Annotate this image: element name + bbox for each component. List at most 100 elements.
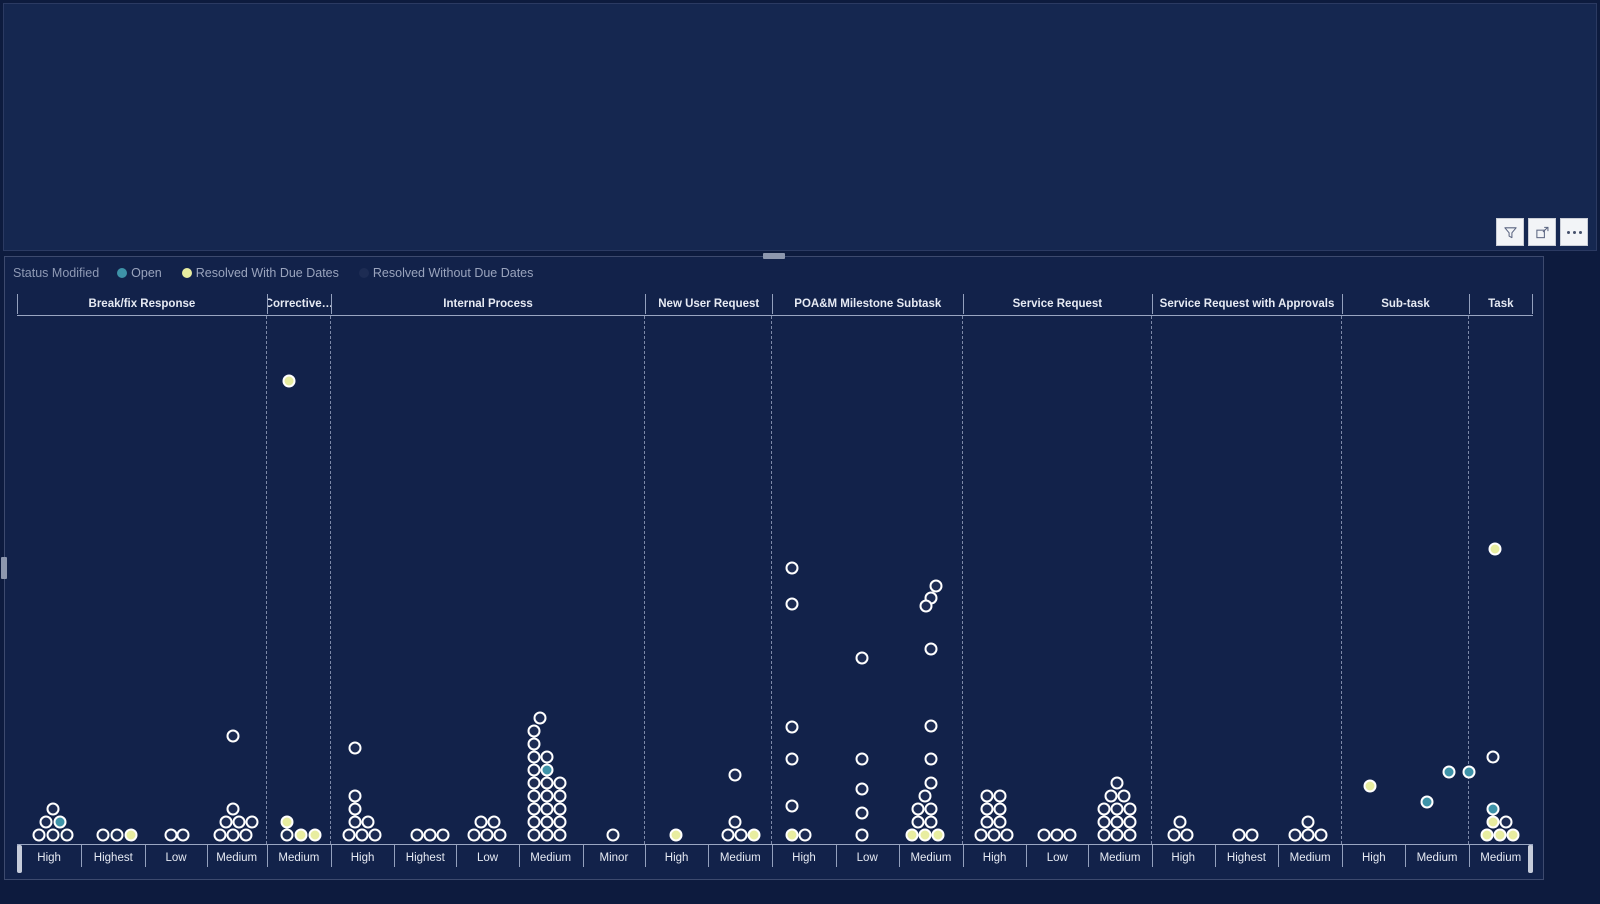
data-point[interactable] [368, 828, 382, 842]
data-point[interactable] [493, 828, 507, 842]
data-point[interactable] [342, 828, 356, 842]
data-point[interactable] [436, 828, 450, 842]
data-point[interactable] [245, 815, 259, 829]
data-point[interactable] [993, 815, 1007, 829]
axis-tick[interactable]: Medium [1468, 845, 1533, 871]
data-point[interactable] [980, 789, 994, 803]
resize-handle-top[interactable] [763, 253, 785, 259]
data-point[interactable] [348, 789, 362, 803]
data-point[interactable] [527, 828, 541, 842]
data-point[interactable] [474, 815, 488, 829]
data-point[interactable] [226, 802, 240, 816]
data-point[interactable] [1104, 789, 1118, 803]
data-point[interactable] [785, 828, 799, 842]
data-point[interactable] [361, 815, 375, 829]
data-point[interactable] [798, 828, 812, 842]
data-point[interactable] [527, 802, 541, 816]
data-point[interactable] [924, 815, 938, 829]
data-point[interactable] [280, 815, 294, 829]
data-point[interactable] [294, 828, 308, 842]
data-point[interactable] [669, 828, 683, 842]
data-point[interactable] [480, 828, 494, 842]
data-point[interactable] [540, 802, 554, 816]
more-options-icon[interactable] [1560, 218, 1588, 246]
data-point[interactable] [176, 828, 190, 842]
data-point[interactable] [728, 768, 742, 782]
data-point[interactable] [993, 802, 1007, 816]
data-point[interactable] [1486, 750, 1500, 764]
data-point[interactable] [924, 719, 938, 733]
data-point[interactable] [46, 828, 60, 842]
data-point[interactable] [931, 828, 945, 842]
data-point[interactable] [1123, 828, 1137, 842]
axis-tick[interactable]: High [1342, 845, 1405, 871]
data-point[interactable] [785, 561, 799, 575]
scroll-handle-right[interactable] [1528, 845, 1533, 873]
data-point[interactable] [527, 776, 541, 790]
data-point[interactable] [1301, 828, 1315, 842]
data-point[interactable] [918, 828, 932, 842]
data-point[interactable] [924, 802, 938, 816]
data-point[interactable] [1000, 828, 1014, 842]
scroll-handle-left[interactable] [17, 845, 22, 873]
data-point[interactable] [226, 828, 240, 842]
legend-item-resolved-with-due-dates[interactable]: Resolved With Due Dates [181, 266, 339, 280]
data-point[interactable] [527, 763, 541, 777]
data-point[interactable] [467, 828, 481, 842]
data-point[interactable] [1110, 776, 1124, 790]
data-point[interactable] [855, 806, 869, 820]
axis-tick[interactable]: Highest [81, 845, 145, 871]
data-point[interactable] [1123, 815, 1137, 829]
data-point[interactable] [1363, 779, 1377, 793]
axis-tick[interactable]: High [963, 845, 1026, 871]
data-point[interactable] [96, 828, 110, 842]
data-point[interactable] [1097, 815, 1111, 829]
axis-tick[interactable]: Highest [394, 845, 456, 871]
data-point[interactable] [540, 815, 554, 829]
data-point[interactable] [606, 828, 620, 842]
axis-tick[interactable]: Medium [518, 845, 583, 871]
data-point[interactable] [53, 815, 67, 829]
data-point[interactable] [855, 782, 869, 796]
axis-tick[interactable]: High [645, 845, 708, 871]
data-point[interactable] [39, 815, 53, 829]
data-point[interactable] [924, 752, 938, 766]
data-point[interactable] [785, 752, 799, 766]
data-point[interactable] [553, 828, 567, 842]
data-point[interactable] [855, 828, 869, 842]
data-point[interactable] [110, 828, 124, 842]
data-point[interactable] [348, 815, 362, 829]
axis-tick[interactable]: Highest [1214, 845, 1278, 871]
data-point[interactable] [239, 828, 253, 842]
data-point[interactable] [553, 789, 567, 803]
data-point[interactable] [1486, 802, 1500, 816]
data-point[interactable] [282, 374, 296, 388]
axis-tick[interactable]: Low [456, 845, 518, 871]
data-point[interactable] [527, 724, 541, 738]
data-point[interactable] [980, 802, 994, 816]
data-point[interactable] [855, 752, 869, 766]
data-point[interactable] [1488, 542, 1502, 556]
data-point[interactable] [219, 815, 233, 829]
data-point[interactable] [527, 815, 541, 829]
axis-tick[interactable]: Medium [1278, 845, 1342, 871]
data-point[interactable] [785, 597, 799, 611]
data-point[interactable] [553, 802, 567, 816]
data-point[interactable] [540, 789, 554, 803]
data-point[interactable] [280, 828, 294, 842]
data-point[interactable] [905, 828, 919, 842]
data-point[interactable] [911, 815, 925, 829]
axis-tick[interactable]: High [772, 845, 835, 871]
data-point[interactable] [734, 828, 748, 842]
data-point[interactable] [1314, 828, 1328, 842]
data-point[interactable] [974, 828, 988, 842]
axis-tick[interactable]: High [17, 845, 81, 871]
data-point[interactable] [1493, 828, 1507, 842]
data-point[interactable] [1110, 815, 1124, 829]
data-point[interactable] [1245, 828, 1259, 842]
data-point[interactable] [1486, 815, 1500, 829]
data-point[interactable] [1123, 802, 1137, 816]
data-point[interactable] [855, 651, 869, 665]
data-point[interactable] [355, 828, 369, 842]
data-point[interactable] [918, 789, 932, 803]
